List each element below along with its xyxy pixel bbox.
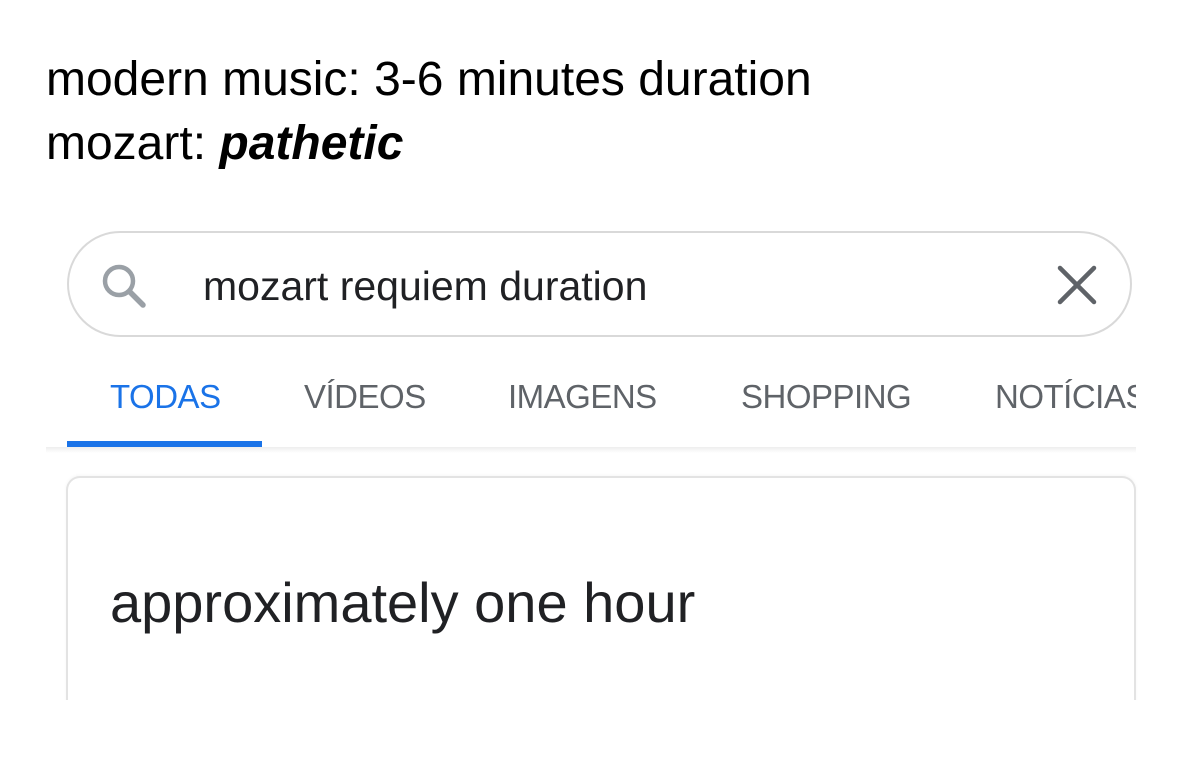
caption-emphasis: pathetic xyxy=(219,117,404,170)
tab-shopping[interactable]: SHOPPING xyxy=(741,378,912,416)
search-bar[interactable]: mozart requiem duration xyxy=(67,231,1132,337)
search-icon[interactable] xyxy=(99,261,149,311)
search-tabs: TODAS VÍDEOS IMAGENS SHOPPING NOTÍCIAS xyxy=(46,360,1136,448)
answer-card: approximately one hour xyxy=(66,476,1136,726)
caption-line-1: modern music: 3-6 minutes duration xyxy=(46,53,812,106)
featured-answer: approximately one hour xyxy=(110,571,696,634)
tab-videos[interactable]: VÍDEOS xyxy=(304,378,426,416)
caption-line-2: mozart: pathetic xyxy=(46,112,812,176)
tab-todas[interactable]: TODAS xyxy=(110,378,221,416)
tab-noticias[interactable]: NOTÍCIAS xyxy=(995,378,1136,416)
tabs-divider xyxy=(46,447,1136,453)
tab-imagens[interactable]: IMAGENS xyxy=(508,378,657,416)
close-icon[interactable] xyxy=(1054,262,1100,308)
search-input[interactable]: mozart requiem duration xyxy=(203,261,1023,311)
card-cutoff xyxy=(50,700,1150,763)
meme-caption: modern music: 3-6 minutes duration mozar… xyxy=(46,48,812,176)
caption-line-2-prefix: mozart: xyxy=(46,117,220,170)
